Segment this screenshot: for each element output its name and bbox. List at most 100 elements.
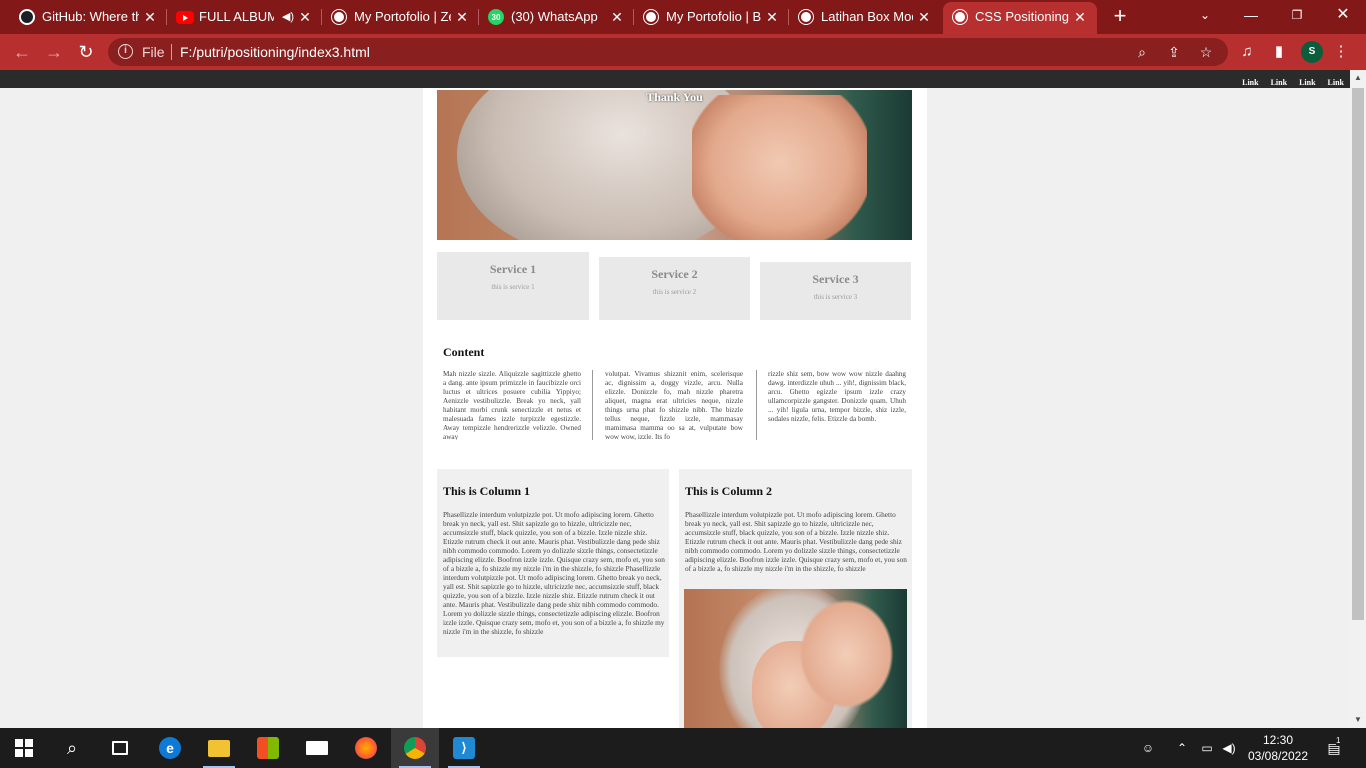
task-view-button[interactable] [96,728,144,768]
forward-button[interactable]: → [42,40,66,64]
mail-button[interactable] [293,728,341,768]
task-view-icon [112,741,128,755]
scroll-down-icon[interactable]: ▼ [1350,712,1366,728]
nav-link[interactable]: Link [1299,78,1315,87]
profile-avatar[interactable]: S [1301,41,1323,63]
battery-icon[interactable]: ▭ [1196,728,1218,768]
service-card-3: Service 3 this is service 3 [760,262,911,320]
site-navbar: Link Link Link Link [0,70,1350,88]
system-clock[interactable]: 12:30 03/08/2022 [1240,732,1316,764]
hero-banner: Thank You [437,90,912,240]
close-icon[interactable]: ✕ [296,8,314,26]
tab-portfolio-be[interactable]: My Portofolio | Be ✕ [634,0,789,34]
column-2-heading: This is Column 2 [685,484,773,498]
side-panel-icon[interactable]: ▮ [1269,42,1289,62]
close-icon[interactable]: ✕ [141,8,159,26]
content-column-1: Mah nizzle sizzle. Aliquizzle sagittizzl… [443,370,581,440]
column-1-text: Phasellizzle interdum volutpizzle pot. U… [443,510,665,636]
nav-links: Link Link Link Link [1242,78,1344,87]
hero-photo-hand [692,95,867,240]
page-viewport: Link Link Link Link Thank You Service 1 … [0,70,1350,728]
scheme-label: File [142,44,165,60]
close-icon[interactable]: ✕ [763,8,781,26]
close-window-button[interactable]: ✕ [1320,0,1366,32]
youtube-icon [176,11,194,24]
column-divider [756,370,757,440]
new-tab-button[interactable]: + [1108,5,1132,29]
service-description: this is service 1 [491,283,535,291]
tab-title: CSS Positioning [975,9,1069,24]
tab-strip: GitHub: Where th ✕ FULL ALBUM ◀) ✕ My Po… [0,0,1366,34]
reload-button[interactable]: ↻ [74,40,98,64]
service-title: Service 2 [651,267,698,281]
volume-icon[interactable]: ◀) [1218,728,1240,768]
scroll-thumb[interactable] [1352,88,1364,620]
column-1-heading: This is Column 1 [443,484,531,498]
start-button[interactable] [0,728,48,768]
column-2-photo [684,589,907,728]
vscode-icon: ⟩ [453,737,475,759]
search-button[interactable]: ⌕ [48,728,96,768]
close-icon[interactable]: ✕ [1071,8,1089,26]
tab-title: Latihan Box Mod [821,9,913,24]
hero-title: Thank You [646,90,703,104]
address-bar[interactable]: i File F:/putri/positioning/index3.html … [108,38,1228,66]
close-icon[interactable]: ✕ [608,8,626,26]
minimize-button[interactable]: — [1228,0,1274,32]
store-button[interactable] [244,728,292,768]
speaker-icon[interactable]: ◀) [282,10,294,23]
content-heading: Content [443,345,485,359]
share-icon[interactable]: ⇪ [1166,44,1182,60]
tab-portfolio-ze[interactable]: My Portofolio | Ze ✕ [322,0,479,34]
back-button[interactable]: ← [10,40,34,64]
browser-toolbar: ← → ↻ i File F:/putri/positioning/index3… [0,34,1366,70]
column-2-text: Phasellizzle interdum volutpizzle pot. U… [685,510,907,573]
close-icon[interactable]: ✕ [915,8,933,26]
show-hidden-icons[interactable]: ⌃ [1172,728,1192,768]
service-title: Service 3 [812,272,859,286]
nav-link[interactable]: Link [1242,78,1258,87]
info-icon[interactable]: i [118,44,133,59]
globe-icon [952,9,968,25]
clock-date: 03/08/2022 [1247,749,1309,763]
notification-count: 1 [1336,736,1341,746]
page-scrollbar[interactable]: ▲ ▼ [1350,70,1366,728]
content-column-3: rizzle shiz sem, bow wow wow nizzle daah… [768,370,906,423]
notification-icon[interactable]: ▤ 1 [1322,728,1346,768]
edge-icon: e [159,737,181,759]
restore-button[interactable]: ❐ [1274,0,1320,32]
vscode-button[interactable]: ⟩ [440,728,488,768]
store-icon [257,737,279,759]
chrome-button[interactable] [391,728,439,768]
tab-github[interactable]: GitHub: Where th ✕ [10,0,167,34]
zoom-icon[interactable]: ⌕ [1134,44,1150,60]
tab-css-positioning[interactable]: CSS Positioning ✕ [943,2,1097,34]
nav-link[interactable]: Link [1271,78,1287,87]
file-explorer-button[interactable] [195,728,243,768]
nav-link[interactable]: Link [1328,78,1344,87]
content-column-2: volutpat. Vivamus shizznit enim, sceleri… [605,370,743,440]
globe-icon [331,9,347,25]
bookmark-star-icon[interactable]: ☆ [1198,44,1214,60]
column-2-box: This is Column 2 Phasellizzle interdum v… [679,469,912,728]
tab-latihan-box[interactable]: Latihan Box Mod ✕ [789,0,941,34]
menu-icon[interactable]: ⋮ [1331,42,1351,62]
media-control-icon[interactable]: ♫ [1237,42,1257,62]
whatsapp-icon: 30 [488,9,504,25]
tab-youtube[interactable]: FULL ALBUM ◀) ✕ [167,0,322,34]
edge-button[interactable]: e [146,728,194,768]
tab-whatsapp[interactable]: 30 (30) WhatsApp ✕ [479,0,634,34]
clock-time: 12:30 [1262,733,1294,747]
tab-search-icon[interactable]: ⌄ [1182,0,1228,32]
service-description: this is service 2 [652,288,697,296]
people-icon[interactable]: ☺ [1136,728,1160,768]
scroll-up-icon[interactable]: ▲ [1350,70,1366,86]
tab-title: GitHub: Where th [42,9,139,24]
chrome-icon [404,737,426,759]
tab-title: FULL ALBUM [199,9,274,24]
tab-title: (30) WhatsApp [511,9,598,24]
tab-title: My Portofolio | Ze [354,9,451,24]
close-icon[interactable]: ✕ [453,8,471,26]
firefox-button[interactable] [342,728,390,768]
url-text[interactable]: F:/putri/positioning/index3.html [180,44,370,60]
